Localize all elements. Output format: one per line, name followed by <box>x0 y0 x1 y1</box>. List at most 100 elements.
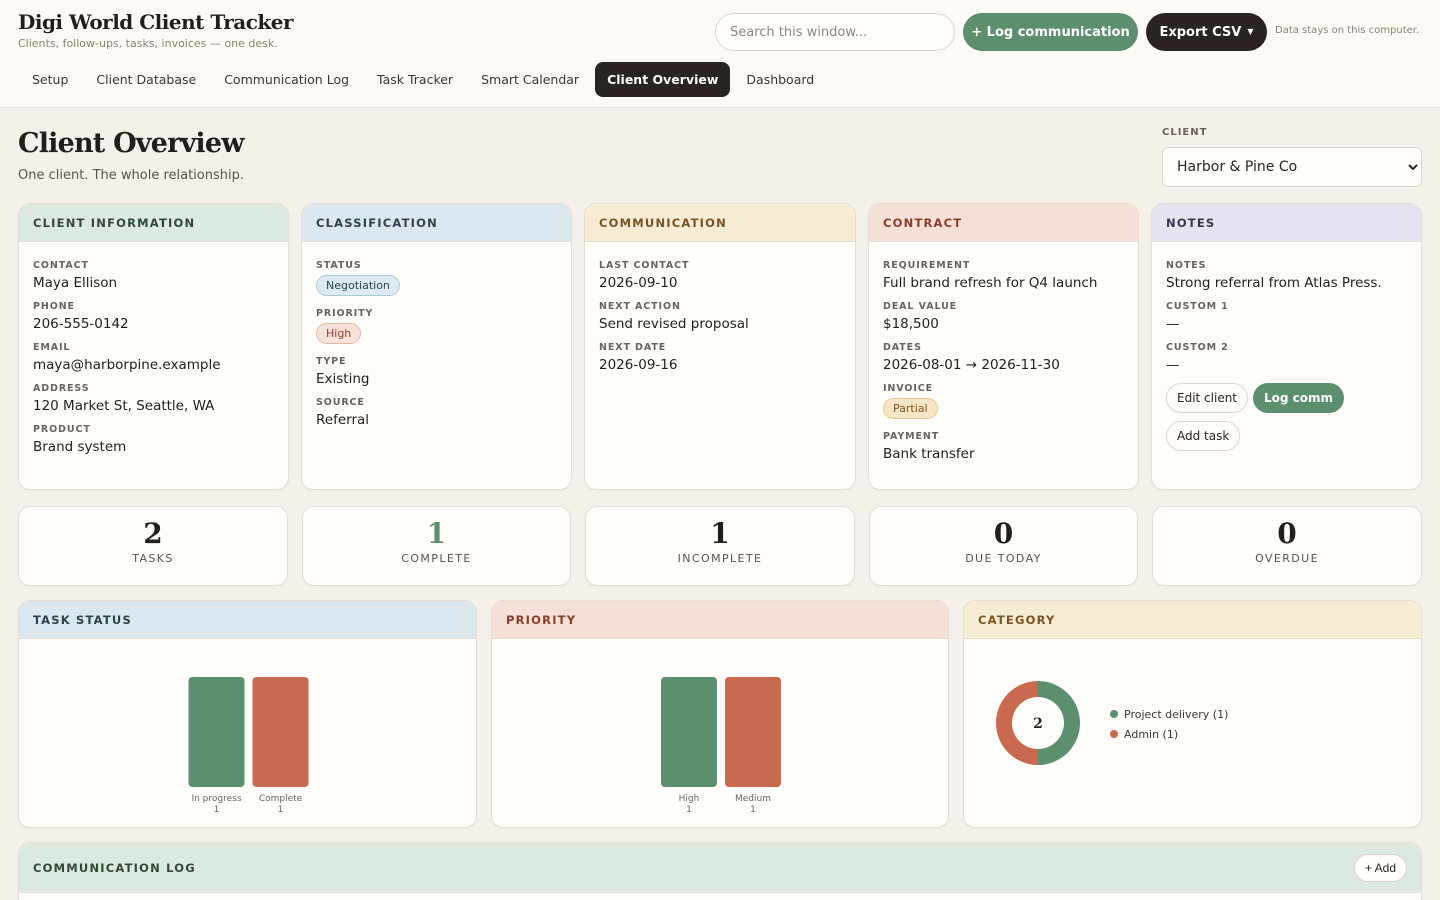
field-label: PRIORITY <box>316 308 374 319</box>
next-date-value: 2026-09-16 <box>599 357 678 373</box>
card-header: COMMUNICATION <box>585 204 855 242</box>
field-label: NOTES <box>1166 260 1207 271</box>
stat-value: 1 <box>710 517 730 550</box>
export-csv-label: Export CSV <box>1159 24 1242 40</box>
dates-value: 2026-08-01 → 2026-11-30 <box>883 357 1060 373</box>
top-bar: Digi World Client Tracker Clients, follo… <box>0 0 1440 108</box>
field-label: DEAL VALUE <box>883 301 958 312</box>
app-subtitle: Clients, follow-ups, tasks, invoices — o… <box>18 37 278 50</box>
field-label: DATES <box>883 342 922 353</box>
payment-value: Bank transfer <box>883 446 975 462</box>
bar-value-label: 1 <box>278 805 284 815</box>
stat-label: DUE TODAY <box>965 552 1042 565</box>
field-label: PAYMENT <box>883 431 940 442</box>
type-value: Existing <box>316 371 370 387</box>
bar-category-label: High <box>679 794 700 804</box>
tab-smart-calendar[interactable]: Smart Calendar <box>469 62 591 97</box>
field-label: PHONE <box>33 301 75 312</box>
stat-card-due-today: 0 DUE TODAY <box>869 506 1138 586</box>
legend-label: Admin (1) <box>1124 728 1179 741</box>
field-label: STATUS <box>316 260 362 271</box>
client-select[interactable]: Harbor & Pine Co <box>1162 147 1422 187</box>
donut-center-label: 2 <box>1033 716 1043 732</box>
field-label: SOURCE <box>316 397 365 408</box>
field-label: PRODUCT <box>33 424 91 435</box>
log-communication-button[interactable]: + Log communication <box>963 13 1138 51</box>
stat-value: 0 <box>1277 517 1297 550</box>
bar-category-label: In progress <box>191 794 241 804</box>
category-donut-chart: 2 <box>996 681 1080 765</box>
contract-card: CONTRACT REQUIREMENT Full brand refresh … <box>868 203 1139 490</box>
category-legend: Project delivery (1) Admin (1) <box>1110 705 1228 745</box>
local-data-note: Data stays on this computer. <box>1275 25 1420 36</box>
search-input[interactable] <box>715 13 955 51</box>
product-value: Brand system <box>33 439 127 455</box>
tab-communication-log[interactable]: Communication Log <box>212 62 361 97</box>
bar-value-label: 1 <box>214 805 220 815</box>
tab-task-tracker[interactable]: Task Tracker <box>365 62 465 97</box>
bar-value-label: 1 <box>750 805 756 815</box>
legend-dot-icon <box>1110 710 1118 718</box>
communication-card: COMMUNICATION LAST CONTACT 2026-09-10 NE… <box>584 203 856 490</box>
priority-chart: High1Medium1 <box>661 677 781 815</box>
bar-category-label: Medium <box>735 794 771 804</box>
notes-value: Strong referral from Atlas Press. <box>1166 275 1382 291</box>
add-task-button[interactable]: Add task <box>1166 421 1241 451</box>
tab-dashboard[interactable]: Dashboard <box>734 62 826 97</box>
stat-card-incomplete: 1 INCOMPLETE <box>585 506 855 586</box>
legend-item: Project delivery (1) <box>1110 705 1228 725</box>
stat-label: INCOMPLETE <box>677 552 763 565</box>
client-select-label: CLIENT <box>1162 127 1208 138</box>
card-header: CATEGORY <box>964 601 1421 639</box>
main-nav: Setup Client Database Communication Log Tas… <box>20 62 826 97</box>
bar-medium <box>725 677 781 787</box>
legend-item: Admin (1) <box>1110 725 1228 745</box>
card-header: NOTES <box>1152 204 1421 242</box>
card-header: CLIENT INFORMATION <box>19 204 288 242</box>
deal-value: $18,500 <box>883 316 939 332</box>
tab-client-overview[interactable]: Client Overview <box>595 62 731 97</box>
stat-label: OVERDUE <box>1255 552 1319 565</box>
address-value: 120 Market St, Seattle, WA <box>33 398 215 414</box>
field-label: TYPE <box>316 356 347 367</box>
caret-down-icon: ▼ <box>1247 26 1254 36</box>
edit-client-button[interactable]: Edit client <box>1166 383 1249 413</box>
field-label: INVOICE <box>883 383 934 394</box>
app-title: Digi World Client Tracker <box>18 10 294 34</box>
classification-card: CLASSIFICATION STATUS Negotiation PRIORI… <box>301 203 572 490</box>
slice-admin <box>996 681 1038 765</box>
legend-dot-icon <box>1110 730 1118 738</box>
card-header: CONTRACT <box>869 204 1138 242</box>
export-csv-button[interactable]: Export CSV ▼ <box>1146 13 1267 51</box>
stat-label: COMPLETE <box>401 552 472 565</box>
field-label: CUSTOM 1 <box>1166 301 1229 312</box>
tab-client-database[interactable]: Client Database <box>84 62 208 97</box>
field-label: ADDRESS <box>33 383 90 394</box>
field-label: EMAIL <box>33 342 71 353</box>
next-action-value: Send revised proposal <box>599 316 749 332</box>
phone-value: 206-555-0142 <box>33 316 129 332</box>
log-comm-button[interactable]: Log comm <box>1253 383 1345 413</box>
custom2-value: — <box>1166 357 1180 373</box>
stat-value: 0 <box>993 517 1014 550</box>
bar-high <box>661 677 717 787</box>
legend-label: Project delivery (1) <box>1124 708 1229 721</box>
field-label: REQUIREMENT <box>883 260 971 271</box>
priority-badge: High <box>316 323 362 344</box>
field-label: CUSTOM 2 <box>1166 342 1229 353</box>
slice-project-delivery <box>1038 681 1080 765</box>
card-header: PRIORITY <box>492 601 948 639</box>
field-label: NEXT DATE <box>599 342 667 353</box>
stat-label: TASKS <box>132 552 174 565</box>
tab-setup[interactable]: Setup <box>20 62 80 97</box>
page-subtitle: One client. The whole relationship. <box>18 168 244 183</box>
category-chart-card: CATEGORY 2 Project delivery (1) Admin (1) <box>963 600 1422 828</box>
status-badge: Negotiation <box>316 275 400 296</box>
custom1-value: — <box>1166 316 1180 332</box>
stat-card-complete: 1 COMPLETE <box>302 506 571 586</box>
invoice-badge: Partial <box>883 398 938 419</box>
email-value: maya@harborpine.example <box>33 357 221 373</box>
stat-value: 2 <box>143 517 163 550</box>
field-label: LAST CONTACT <box>599 260 690 271</box>
add-communication-button[interactable]: + Add <box>1353 854 1407 882</box>
